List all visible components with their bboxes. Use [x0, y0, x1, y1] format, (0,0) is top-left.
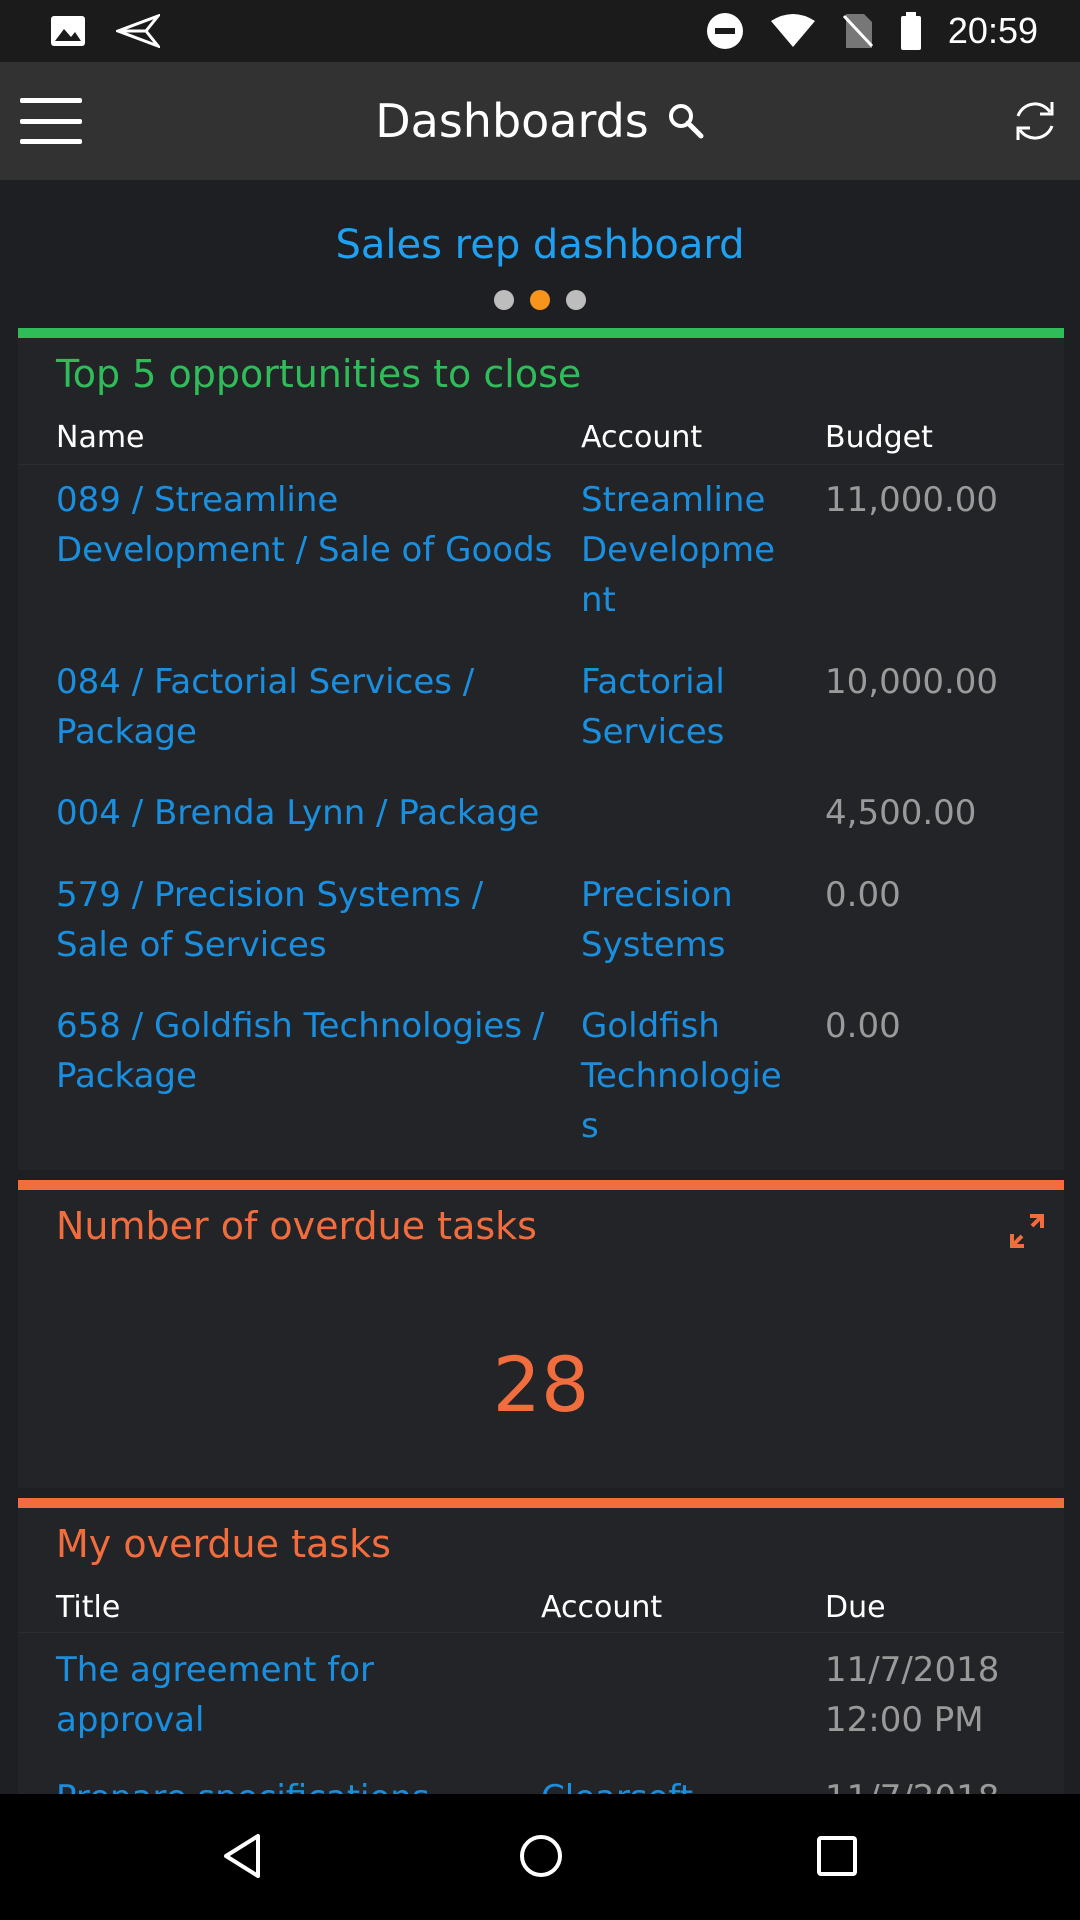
widget-title: Number of overdue tasks: [56, 1204, 537, 1248]
search-icon[interactable]: [667, 102, 705, 140]
back-icon[interactable]: [218, 1830, 266, 1886]
system-nav-bar: [0, 1794, 1080, 1920]
page-indicator: [0, 290, 1080, 310]
opportunity-budget: 0.00: [825, 875, 901, 915]
opportunity-account-link[interactable]: Factorial Services: [581, 657, 725, 757]
status-bar: 20:59: [0, 0, 1080, 62]
column-header-account: Account: [581, 420, 703, 455]
opportunity-name-link[interactable]: 084 / Factorial Services / Package: [56, 657, 474, 757]
opportunity-name-link[interactable]: 089 / Streamline Development / Sale of G…: [56, 475, 552, 575]
dnd-icon: [706, 12, 744, 50]
overdue-tasks-widget: My overdue tasks Title Account Due The a…: [18, 1498, 1064, 1804]
opportunity-budget: 10,000.00: [825, 662, 999, 702]
recents-icon[interactable]: [814, 1830, 860, 1886]
image-icon: [50, 15, 86, 47]
opportunities-widget: Top 5 opportunities to close Name Accoun…: [18, 328, 1064, 1170]
page-dot-1[interactable]: [494, 290, 514, 310]
page-title: Dashboards: [375, 94, 649, 148]
page-dot-3[interactable]: [566, 290, 586, 310]
no-sim-icon: [842, 12, 874, 50]
dashboard-title: Sales rep dashboard: [335, 222, 745, 268]
column-header-account: Account: [541, 1590, 663, 1625]
wifi-icon: [770, 13, 816, 49]
opportunity-budget: 4,500.00: [825, 793, 977, 833]
widget-title: My overdue tasks: [56, 1522, 391, 1566]
opportunity-name-link[interactable]: 579 / Precision Systems / Sale of Servic…: [56, 870, 483, 970]
opportunity-name-link[interactable]: 658 / Goldfish Technologies / Package: [56, 1001, 544, 1101]
expand-icon[interactable]: [1008, 1212, 1046, 1254]
task-title-link[interactable]: The agreement for approval: [56, 1645, 374, 1745]
task-due-date: 11/7/2018 12:00 PM: [825, 1650, 1000, 1740]
column-header-name: Name: [56, 420, 145, 455]
opportunity-budget: 0.00: [825, 1006, 901, 1046]
home-icon[interactable]: [515, 1830, 567, 1886]
page-dot-2-active[interactable]: [530, 290, 550, 310]
opportunity-account-link[interactable]: Goldfish Technologie s: [581, 1001, 782, 1151]
status-time: 20:59: [947, 10, 1038, 51]
column-header-due: Due: [825, 1590, 886, 1625]
header-divider: [18, 1632, 1064, 1633]
opportunity-account-link[interactable]: Precision Systems: [581, 870, 733, 970]
refresh-icon[interactable]: [1010, 96, 1060, 150]
overdue-count-widget: Number of overdue tasks 28: [18, 1180, 1064, 1488]
column-header-budget: Budget: [825, 420, 933, 455]
opportunity-account-link[interactable]: Streamline Developme nt: [581, 475, 775, 625]
send-icon: [116, 14, 160, 48]
opportunity-budget: 11,000.00: [825, 480, 999, 520]
header-divider: [18, 464, 1064, 465]
battery-icon: [900, 12, 922, 50]
column-header-title: Title: [56, 1590, 121, 1625]
overdue-count-value: 28: [492, 1340, 590, 1429]
widget-title: Top 5 opportunities to close: [56, 352, 582, 396]
app-bar: Dashboards: [0, 62, 1080, 180]
opportunity-name-link[interactable]: 004 / Brenda Lynn / Package: [56, 788, 539, 838]
